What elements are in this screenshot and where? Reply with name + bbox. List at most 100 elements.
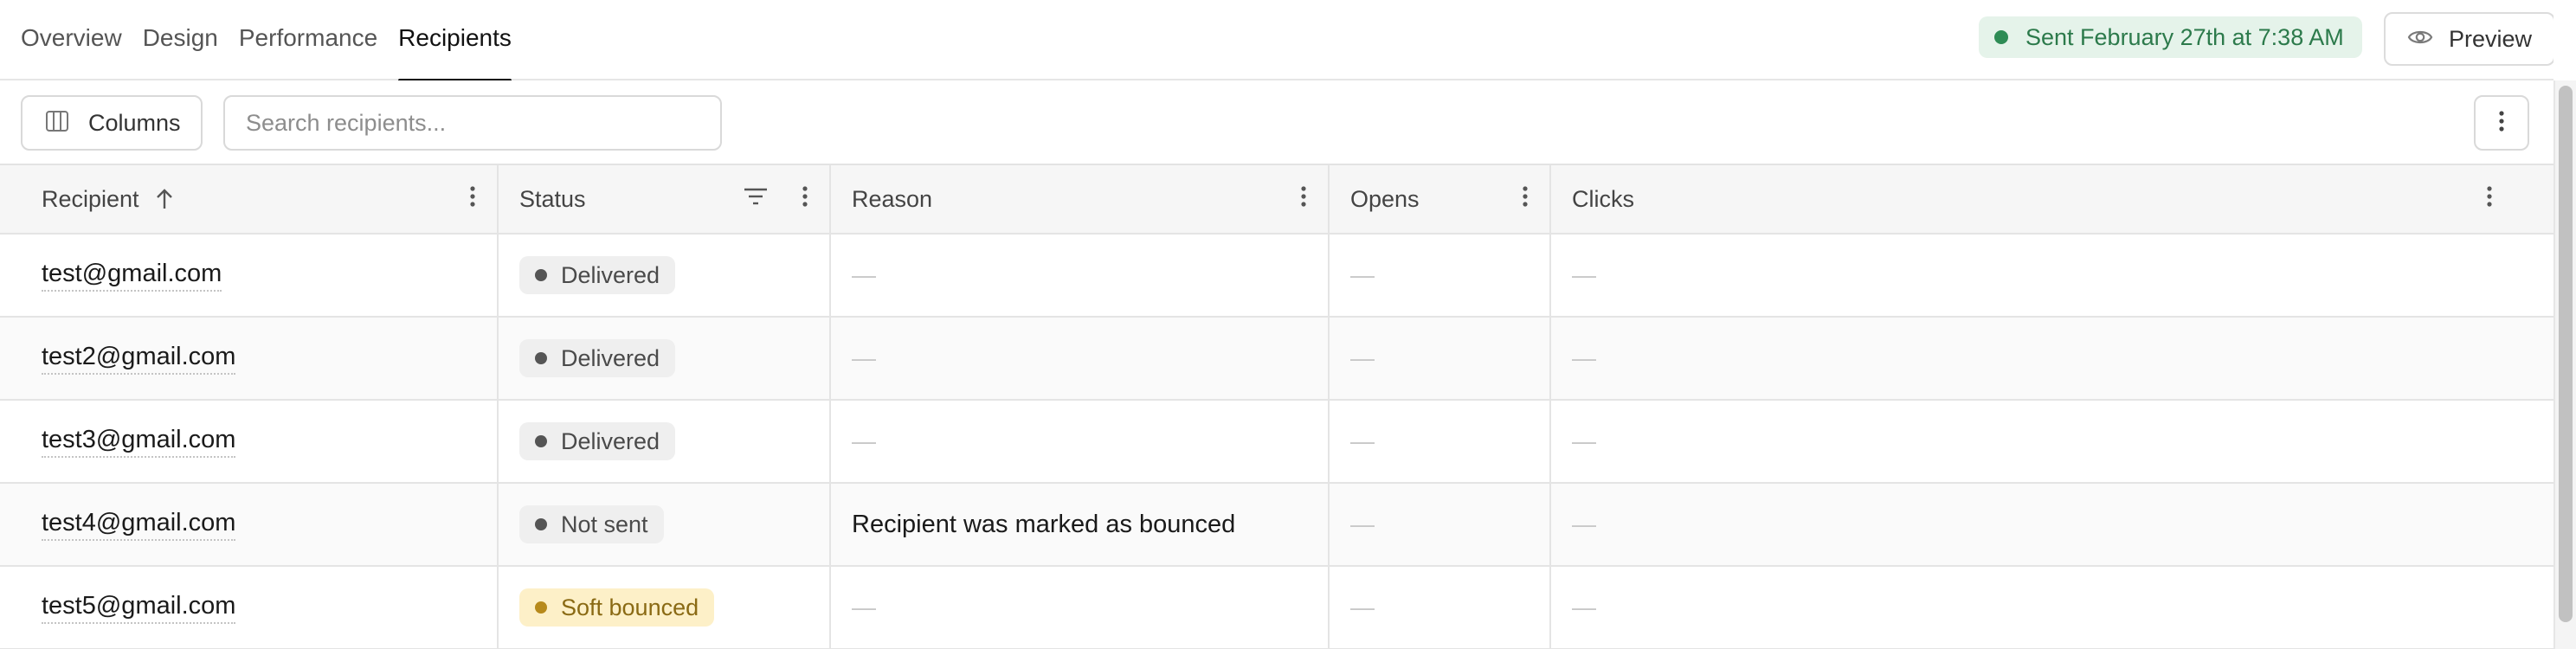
top-bar: Overview Design Performance Recipients S… — [0, 0, 2555, 82]
status-dot-icon — [1994, 30, 2008, 44]
recipient-cell: test5@gmail.com — [0, 567, 499, 648]
status-cell: Delivered — [499, 318, 831, 399]
opens-value: — — [1350, 344, 1375, 371]
recipient-email-link[interactable]: test2@gmail.com — [42, 343, 236, 375]
opens-cell: — — [1330, 484, 1551, 565]
recipient-email-link[interactable]: test3@gmail.com — [42, 426, 236, 458]
opens-value: — — [1350, 511, 1375, 537]
status-cell: Delivered — [499, 401, 831, 482]
tab-overview[interactable]: Overview — [21, 0, 132, 80]
status-cell: Not sent — [499, 484, 831, 565]
clicks-value: — — [1572, 511, 1596, 537]
sent-status-badge: Sent February 27th at 7:38 AM — [1979, 16, 2362, 58]
columns-icon — [45, 109, 69, 138]
reason-value: Recipient was marked as bounced — [852, 510, 1236, 538]
reason-cell: — — [831, 235, 1330, 316]
columns-button[interactable]: Columns — [21, 95, 203, 151]
recipient-email-link[interactable]: test5@gmail.com — [42, 592, 236, 624]
status-badge-label: Delivered — [561, 344, 660, 371]
vertical-scrollbar[interactable] — [2553, 80, 2576, 649]
header-clicks[interactable]: Clicks — [1551, 165, 2553, 233]
columns-label: Columns — [88, 109, 181, 136]
status-dot-icon — [535, 269, 547, 281]
header-status-label: Status — [519, 185, 586, 212]
clicks-column-menu-icon[interactable] — [2486, 184, 2493, 215]
recipient-cell: test3@gmail.com — [0, 401, 499, 482]
recipient-column-menu-icon[interactable] — [469, 184, 476, 215]
header-status[interactable]: Status — [499, 165, 831, 233]
table-row[interactable]: test4@gmail.com Not sent Recipient was m… — [0, 484, 2553, 567]
status-badge: Not sent — [519, 505, 664, 543]
header-recipient-label: Recipient — [42, 185, 139, 212]
header-opens[interactable]: Opens — [1330, 165, 1551, 233]
status-column-menu-icon[interactable] — [802, 184, 808, 215]
reason-value: — — [852, 344, 876, 371]
clicks-cell: — — [1551, 235, 2553, 316]
sent-status-text: Sent February 27th at 7:38 AM — [2025, 23, 2344, 50]
recipient-email-link[interactable]: test4@gmail.com — [42, 509, 236, 541]
scrollbar-top-gap — [2553, 0, 2576, 80]
sort-ascending-icon[interactable] — [155, 188, 174, 210]
header-recipient[interactable]: Recipient — [0, 165, 499, 233]
opens-value: — — [1350, 261, 1375, 288]
filter-icon[interactable] — [743, 185, 769, 213]
clicks-cell: — — [1551, 401, 2553, 482]
clicks-value: — — [1572, 344, 1596, 371]
opens-column-menu-icon[interactable] — [1522, 184, 1529, 215]
opens-value: — — [1350, 594, 1375, 620]
header-clicks-label: Clicks — [1572, 185, 1634, 212]
eye-icon — [2407, 28, 2433, 51]
status-dot-icon — [535, 601, 547, 614]
header-reason-label: Reason — [852, 185, 933, 212]
clicks-value: — — [1572, 594, 1596, 620]
tab-recipients[interactable]: Recipients — [388, 0, 522, 82]
status-dot-icon — [535, 518, 547, 530]
reason-cell: — — [831, 318, 1330, 399]
reason-value: — — [852, 594, 876, 620]
table-row[interactable]: test2@gmail.com Delivered — — — — [0, 318, 2553, 401]
clicks-cell: — — [1551, 484, 2553, 565]
preview-button[interactable]: Preview — [2384, 12, 2555, 66]
status-badge-label: Not sent — [561, 511, 648, 537]
status-badge: Delivered — [519, 256, 676, 294]
reason-cell: Recipient was marked as bounced — [831, 484, 1330, 565]
status-badge-label: Delivered — [561, 427, 660, 454]
table-header-row: Recipient Status Reason Opens Clicks — [0, 165, 2553, 235]
opens-cell: — — [1330, 401, 1551, 482]
opens-cell: — — [1330, 318, 1551, 399]
status-badge: Soft bounced — [519, 588, 715, 627]
status-badge: Delivered — [519, 339, 676, 377]
preview-label: Preview — [2448, 25, 2533, 52]
table-row[interactable]: test3@gmail.com Delivered — — — — [0, 401, 2553, 484]
opens-cell: — — [1330, 567, 1551, 648]
recipients-table: Recipient Status Reason Opens Clicks tes… — [0, 165, 2553, 649]
opens-value: — — [1350, 427, 1375, 454]
recipient-cell: test4@gmail.com — [0, 484, 499, 565]
status-cell: Delivered — [499, 235, 831, 316]
table-row[interactable]: test@gmail.com Delivered — — — — [0, 235, 2553, 318]
more-vertical-icon — [2498, 109, 2505, 138]
clicks-value: — — [1572, 427, 1596, 454]
clicks-value: — — [1572, 261, 1596, 288]
reason-column-menu-icon[interactable] — [1300, 184, 1307, 215]
header-opens-label: Opens — [1350, 185, 1420, 212]
reason-value: — — [852, 261, 876, 288]
tab-performance[interactable]: Performance — [229, 0, 388, 80]
table-row[interactable]: test5@gmail.com Soft bounced — — — — [0, 567, 2553, 649]
reason-cell: — — [831, 567, 1330, 648]
more-options-button[interactable] — [2474, 95, 2529, 151]
clicks-cell: — — [1551, 318, 2553, 399]
recipient-cell: test@gmail.com — [0, 235, 499, 316]
tab-design[interactable]: Design — [132, 0, 229, 80]
clicks-cell: — — [1551, 567, 2553, 648]
search-input[interactable] — [223, 95, 722, 151]
recipient-cell: test2@gmail.com — [0, 318, 499, 399]
scrollbar-thumb[interactable] — [2559, 86, 2573, 622]
status-dot-icon — [535, 352, 547, 364]
status-badge-label: Soft bounced — [561, 594, 699, 620]
tab-list: Overview Design Performance Recipients — [21, 0, 522, 82]
header-reason[interactable]: Reason — [831, 165, 1330, 233]
recipient-email-link[interactable]: test@gmail.com — [42, 260, 222, 292]
opens-cell: — — [1330, 235, 1551, 316]
table-toolbar: Columns — [0, 80, 2553, 165]
